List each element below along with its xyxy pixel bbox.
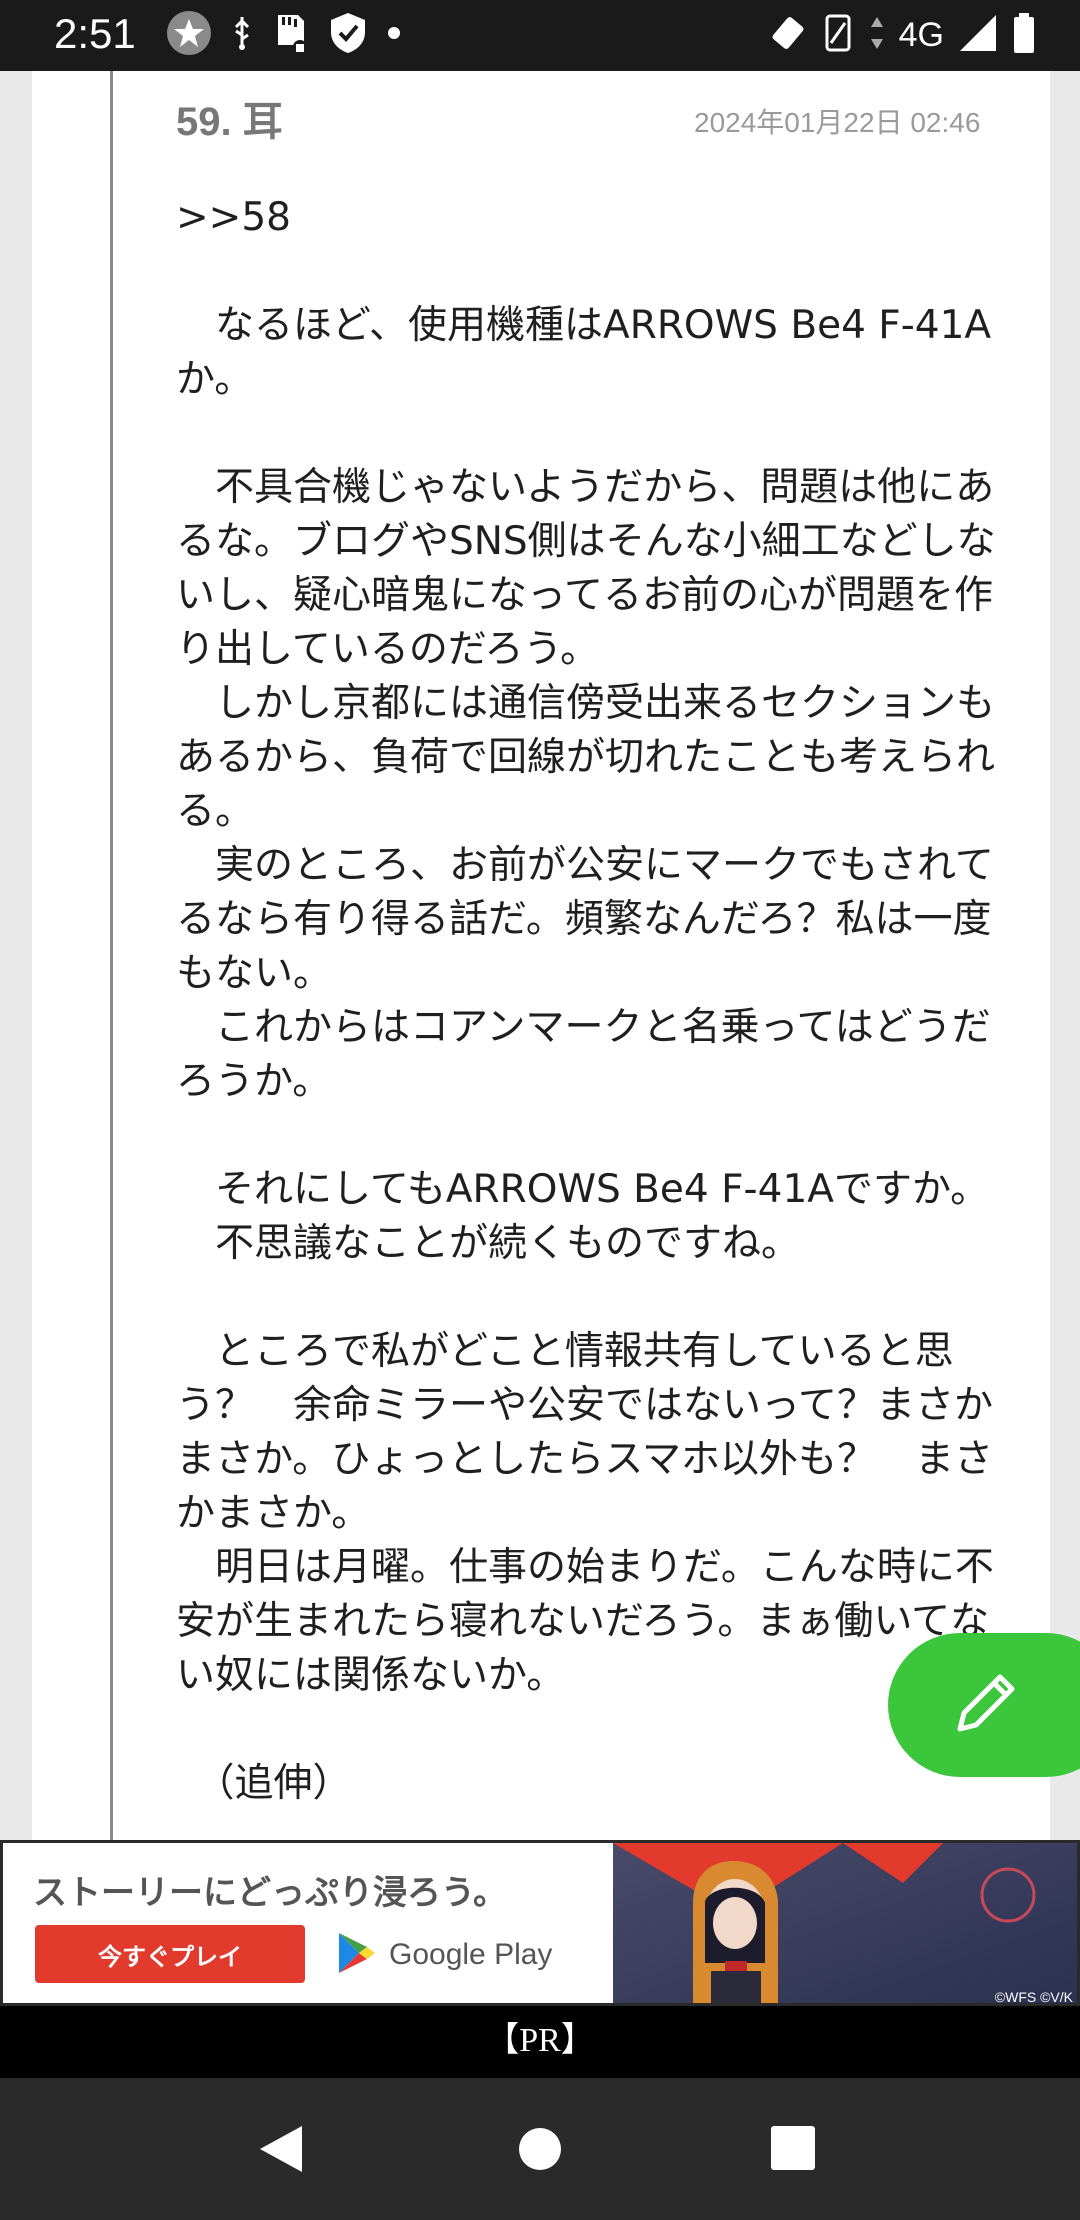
ad-banner[interactable]: ストーリーにどっぷり浸ろう。 今すぐプレイ Google Play ©WFS ©…	[0, 1840, 1080, 2006]
status-right-icons: 4G	[769, 11, 1036, 59]
google-play-label: Google Play	[389, 1938, 553, 1971]
vibrate-icon	[821, 13, 855, 57]
ad-copyright: ©WFS ©V/K	[994, 1989, 1073, 2005]
post-number-name: 59. 耳	[176, 100, 283, 144]
google-play-badge[interactable]: Google Play	[337, 1931, 552, 1979]
network-type: 4G	[898, 15, 944, 54]
battery-icon	[1012, 12, 1036, 58]
recents-icon[interactable]	[771, 2126, 815, 2170]
google-play-icon	[337, 1931, 377, 1979]
status-left-icons	[166, 11, 402, 59]
rotate-icon	[769, 14, 807, 56]
ad-game-artwork: ©WFS ©V/K	[613, 1843, 1077, 2005]
shield-check-icon	[328, 11, 368, 59]
pencil-icon	[950, 1667, 1022, 1743]
pr-label: 【PR】	[0, 2006, 1080, 2078]
notification-star-icon	[166, 10, 212, 60]
data-arrows-icon	[869, 13, 885, 57]
signal-icon	[958, 13, 998, 57]
compose-fab[interactable]	[888, 1633, 1080, 1777]
navigation-bar	[0, 2078, 1080, 2220]
home-icon[interactable]	[519, 2128, 561, 2170]
ad-headline: ストーリーにどっぷり浸ろう。	[33, 1873, 507, 1913]
ad-play-button[interactable]: 今すぐプレイ	[35, 1925, 305, 1983]
content-area[interactable]: 59. 耳 2024年01月22日 02:46 >>58 なるほど、使用機種はA…	[0, 71, 1080, 1840]
post-body: >>58 なるほど、使用機種はARROWS Be4 F-41Aか。 不具合機じゃ…	[176, 195, 996, 1806]
thread-line	[110, 71, 113, 1840]
dot-icon	[386, 25, 402, 45]
post-date: 2024年01月22日 02:46	[694, 107, 981, 138]
status-bar: 2:51 4G	[0, 0, 1080, 71]
usb-icon	[230, 13, 254, 57]
sd-card-icon	[272, 11, 310, 59]
status-time: 2:51	[54, 10, 136, 57]
back-icon[interactable]	[258, 2124, 304, 2178]
